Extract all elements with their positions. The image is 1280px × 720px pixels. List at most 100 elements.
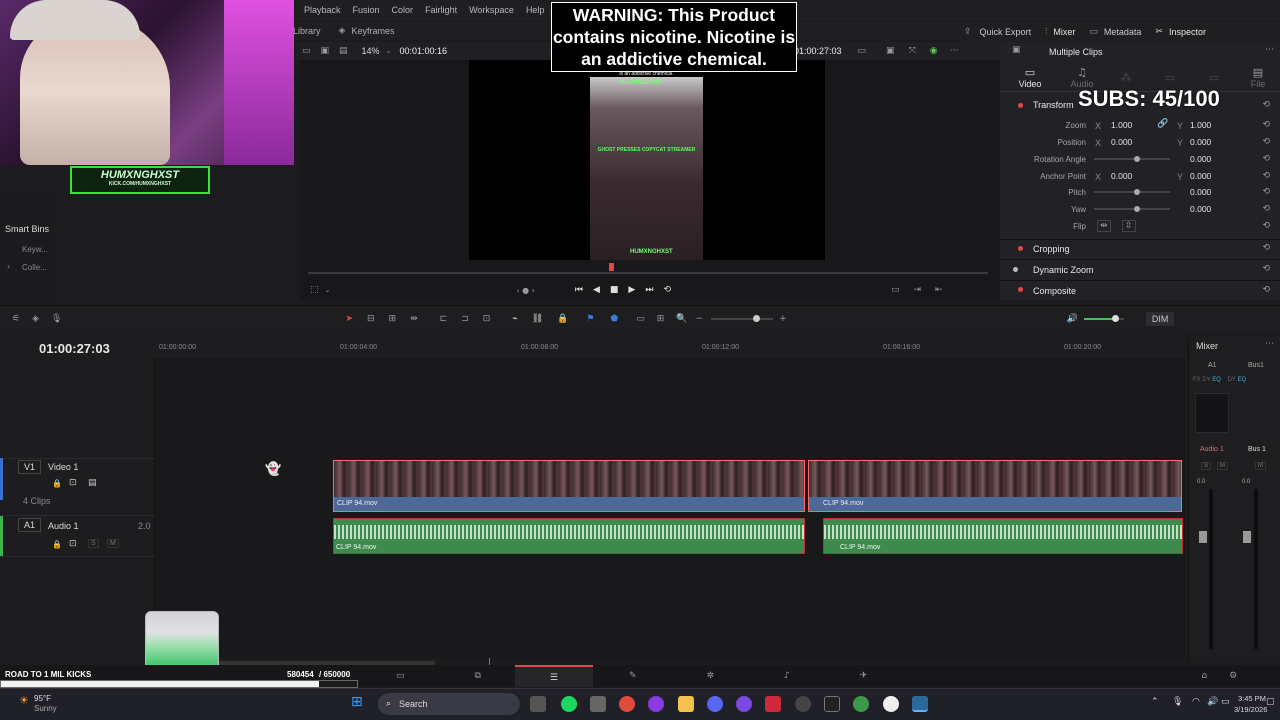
library-tab[interactable]: Library [293,26,321,36]
quick-export-button[interactable]: Quick Export [980,27,1032,37]
home-icon[interactable]: ⌂ [1201,671,1207,681]
jog-icon[interactable]: ‹ ● › [516,286,534,295]
mixer-mute-button[interactable]: M [1217,462,1228,470]
reset-icon[interactable]: ⟲ [1262,154,1270,164]
composite-dot[interactable] [1018,287,1023,292]
keywords-bin[interactable]: Keyw... [22,245,48,254]
yaw-field[interactable]: 0.000 [1190,204,1211,214]
chrome-icon[interactable] [853,696,869,712]
collections-bin[interactable]: Colle... [22,263,47,272]
microphone-icon[interactable]: 🎙 [1172,697,1183,707]
fusion-page-icon[interactable]: ✎ [629,671,637,681]
transform-enabled-dot[interactable] [1018,103,1023,108]
play-icon[interactable]: ▶ [628,285,635,295]
deliver-page-icon[interactable]: ✈ [860,671,868,681]
position-y-field[interactable]: 0.000 [1190,137,1211,147]
first-frame-icon[interactable]: ⏮ [575,285,583,295]
lock-icon[interactable]: 🔒 [52,479,62,488]
rotation-field[interactable]: 0.000 [1190,154,1211,164]
cropping-dot[interactable] [1018,246,1023,251]
weather-icon[interactable]: ☀ [19,694,29,707]
chevron-up-icon[interactable]: ⌃ [1151,697,1159,707]
timeline-ruler[interactable]: 01:00:00:00 01:00:04:00 01:00:08:00 01:0… [155,338,1185,354]
insert-icon[interactable]: ⊏ [440,314,448,324]
inspector-button[interactable]: Inspector [1169,27,1206,37]
composite-section[interactable]: Composite [1033,286,1076,296]
reset-icon[interactable]: ⟲ [1262,264,1270,274]
reset-icon[interactable]: ⟲ [1262,171,1270,181]
capcut-icon[interactable] [824,696,840,712]
menu-color[interactable]: Color [392,5,414,15]
dim-button[interactable]: DIM [1145,311,1175,326]
anchor-x-field[interactable]: 0.000 [1111,171,1132,181]
playhead-marker[interactable] [609,263,614,271]
menu-fusion[interactable]: Fusion [353,5,380,15]
zoom-detail-icon[interactable]: ⊞ [657,314,665,324]
rotation-slider[interactable] [1094,156,1170,162]
microphone-icon[interactable]: 🎙 [51,314,62,324]
viewer-record-icon[interactable]: ◉ [930,46,938,56]
keyframes-tab[interactable]: Keyframes [351,26,394,36]
lock-icon[interactable]: 🔒 [557,314,568,324]
zoom-full-icon[interactable]: ▭ [636,314,645,324]
discord-icon[interactable] [707,696,723,712]
menu-help[interactable]: Help [526,5,545,15]
viewer-display-icon[interactable]: ▣ [886,46,895,56]
video-clip[interactable]: CLIP 94.mov [333,460,805,512]
v1-track-name[interactable]: Video 1 [48,462,78,472]
reset-icon[interactable]: ⟲ [1262,285,1270,295]
more-icon[interactable]: ⋯ [950,46,959,56]
pitch-field[interactable]: 0.000 [1190,187,1211,197]
position-x-field[interactable]: 0.000 [1111,137,1132,147]
app-icon[interactable] [795,696,811,712]
track-output-icon[interactable]: ▤ [88,478,97,488]
chrome-icon[interactable] [619,696,635,712]
media-player-icon[interactable] [883,696,899,712]
visibility-icon[interactable]: ◈ [32,314,39,324]
zoom-level[interactable]: 14% [362,46,380,56]
windows-start-icon[interactable]: ⊞ [351,694,363,710]
tab-transition[interactable]: ▭ [1148,71,1192,84]
mixer-solo-button[interactable]: S [1201,462,1212,470]
viewer-layout-icon[interactable]: ▭ [302,46,311,56]
dynamic-zoom-dot[interactable] [1013,267,1018,272]
zoom-custom-icon[interactable]: 🔍 [676,314,687,324]
auto-select-icon[interactable]: ⊡ [69,539,77,549]
reset-icon[interactable]: ⟲ [1262,137,1270,147]
chevron-down-icon[interactable]: ⌄ [325,286,331,294]
reset-icon[interactable]: ⟲ [1262,120,1270,130]
flip-horizontal-icon[interactable]: ⇹ [1097,220,1111,232]
go-start-icon[interactable]: ⇤ [935,285,943,295]
transform-section[interactable]: Transform [1033,100,1074,110]
link-icon[interactable]: ⛓ [532,314,543,324]
dynamic-zoom-section[interactable]: Dynamic Zoom [1033,265,1094,275]
solo-button[interactable]: S [88,539,99,548]
reset-icon[interactable]: ⟲ [1262,221,1270,231]
pan-control[interactable] [1195,393,1229,433]
wifi-icon[interactable]: ◠ [1192,697,1200,707]
media-page-icon[interactable]: ▭ [396,671,405,681]
reset-icon[interactable]: ⟲ [1262,100,1270,110]
last-frame-icon[interactable]: ⏭ [645,285,653,295]
layout-icon[interactable]: ⚟ [12,314,20,324]
metadata-button[interactable]: Metadata [1104,27,1142,37]
viewer-grid-icon[interactable]: ▤ [339,46,348,56]
taskbar-time[interactable]: 3:45 PM [1238,694,1266,703]
notification-icon[interactable]: ▢ [1266,697,1275,707]
a1-track-name[interactable]: Audio 1 [48,521,79,531]
fairlight-page-icon[interactable]: ♪ [784,671,790,681]
viewer-transform-icon[interactable]: ⤧ [909,46,916,56]
anchor-y-field[interactable]: 0.000 [1190,171,1211,181]
viewer-scrubber[interactable] [308,272,988,274]
link-icon[interactable]: 🔗 [1157,119,1168,129]
davinci-resolve-icon[interactable] [912,696,928,712]
tab-effects[interactable]: ⁂ [1104,71,1148,84]
zoom-out-icon[interactable]: − [696,314,704,324]
task-view-icon[interactable] [530,696,546,712]
taskbar-search[interactable]: ⌕ Search [378,693,520,715]
menu-fairlight[interactable]: Fairlight [425,5,457,15]
spotify-icon[interactable] [561,696,577,712]
timeline-timecode[interactable]: 01:00:27:03 [39,341,110,356]
loop-icon[interactable]: ⟲ [663,285,671,295]
menu-workspace[interactable]: Workspace [469,5,514,15]
